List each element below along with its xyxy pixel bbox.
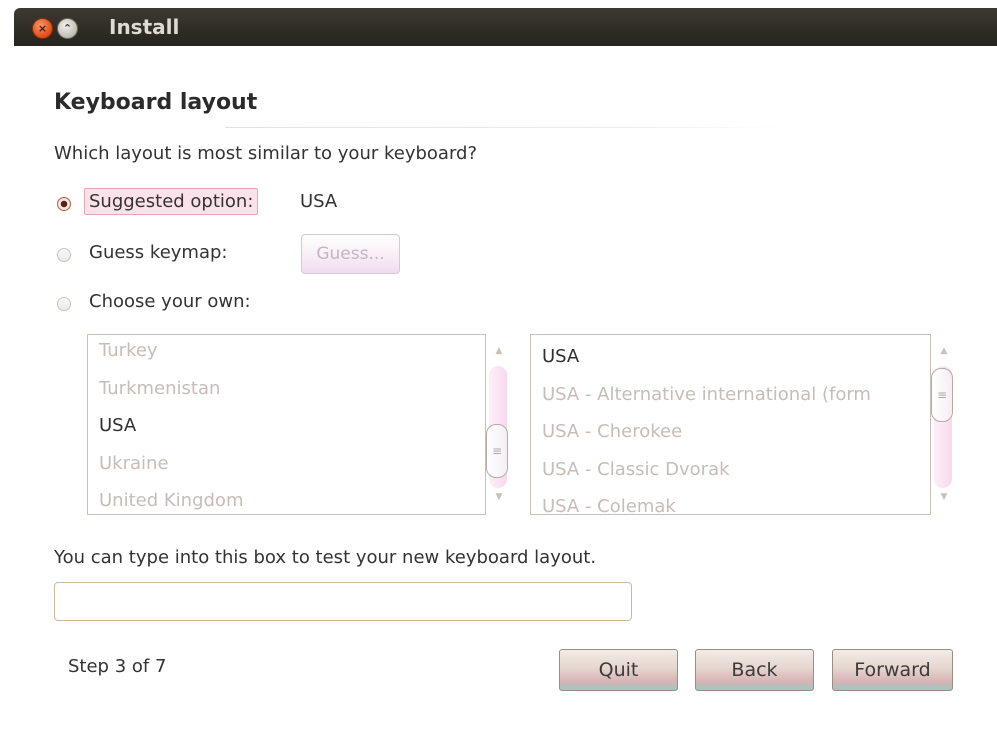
variant-list-item[interactable]: USA - Cherokee	[531, 413, 930, 451]
variant-list[interactable]: USA USA - Alternative international (for…	[530, 334, 931, 515]
guess-keymap-label[interactable]: Guess keymap:	[89, 242, 227, 263]
keyboard-test-input[interactable]	[54, 582, 632, 621]
layout-list-item[interactable]: Turkey	[88, 335, 485, 370]
variant-list-item[interactable]: USA - Alternative international (form	[531, 376, 930, 414]
layout-list-item[interactable]: Turkmenistan	[88, 370, 485, 408]
close-window-button[interactable]: ×	[32, 18, 53, 39]
layout-list-item-selected[interactable]: USA	[88, 407, 485, 445]
test-input-hint: You can type into this box to test your …	[54, 547, 597, 568]
back-button[interactable]: Back	[695, 649, 814, 691]
choose-own-label[interactable]: Choose your own:	[89, 291, 251, 312]
suggested-option-value: USA	[300, 191, 338, 212]
layout-list-scrollbar[interactable]: ▲ ≡ ▼	[486, 334, 512, 515]
choose-own-radio[interactable]	[57, 297, 71, 311]
variant-list-item[interactable]: USA - Colemak	[531, 488, 930, 514]
guess-button[interactable]: Guess...	[301, 234, 400, 274]
variant-list-item-selected[interactable]: USA	[531, 338, 930, 376]
step-indicator: Step 3 of 7	[68, 656, 167, 677]
close-icon: ×	[37, 22, 48, 35]
layout-question: Which layout is most similar to your key…	[54, 143, 478, 164]
suggested-option-label[interactable]: Suggested option:	[84, 188, 259, 215]
scrollbar-thumb[interactable]: ≡	[931, 368, 953, 422]
scroll-down-arrow-icon[interactable]: ▼	[931, 492, 957, 502]
window-title: Install	[109, 15, 180, 39]
scrollbar-thumb[interactable]: ≡	[486, 424, 508, 478]
suggested-option-radio[interactable]	[57, 197, 71, 211]
layout-list-item[interactable]: Ukraine	[88, 445, 485, 483]
forward-button[interactable]: Forward	[832, 649, 953, 691]
layout-list[interactable]: Turkey Turkmenistan USA Ukraine United K…	[87, 334, 486, 515]
variant-list-item[interactable]: USA - Classic Dvorak	[531, 451, 930, 489]
window-titlebar: × ⌃ Install	[14, 8, 997, 46]
maximize-window-button[interactable]: ⌃	[57, 18, 78, 39]
heading-divider	[225, 127, 790, 128]
quit-button[interactable]: Quit	[559, 649, 678, 691]
scroll-up-arrow-icon[interactable]: ▲	[931, 346, 957, 356]
layout-list-item[interactable]: United Kingdom	[88, 482, 485, 514]
variant-list-scrollbar[interactable]: ▲ ≡ ▼	[931, 334, 957, 515]
scroll-up-arrow-icon[interactable]: ▲	[486, 346, 512, 356]
maximize-icon: ⌃	[62, 22, 73, 35]
guess-keymap-radio[interactable]	[57, 248, 71, 262]
scroll-down-arrow-icon[interactable]: ▼	[486, 492, 512, 502]
page-title: Keyboard layout	[54, 90, 258, 115]
